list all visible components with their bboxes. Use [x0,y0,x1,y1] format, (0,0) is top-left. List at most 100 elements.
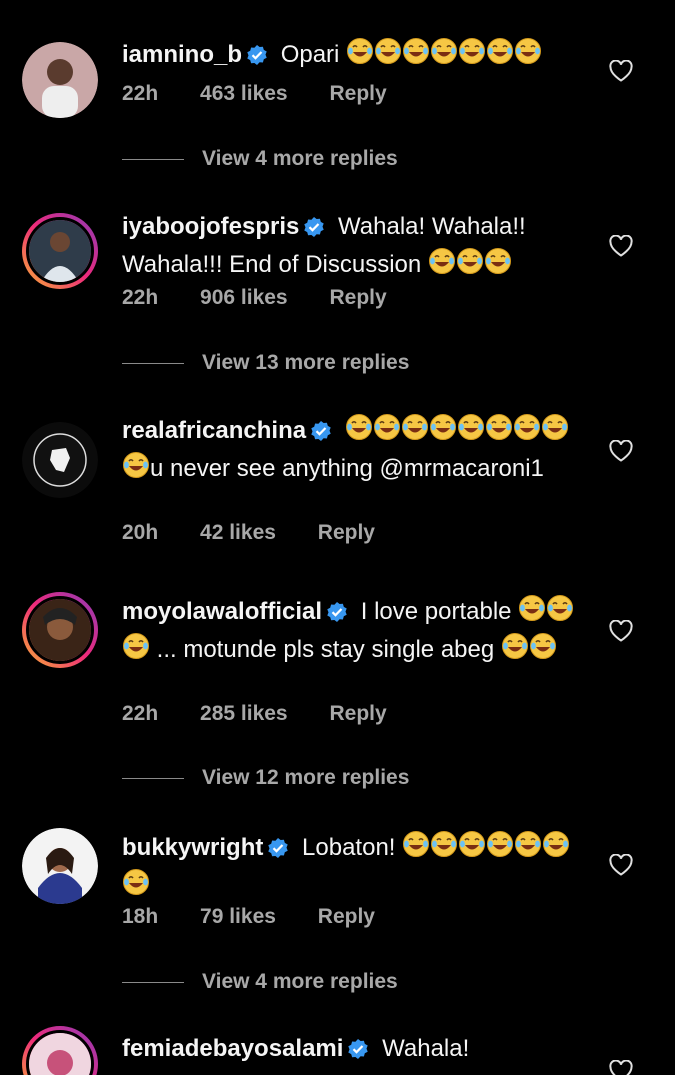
face-with-tears-of-joy-icon [345,413,373,450]
comment-meta: 18h 79 likes Reply [122,905,411,929]
view-replies-button[interactable]: View 13 more replies [122,351,409,375]
timestamp: 22h [122,286,159,309]
view-replies-label: View 12 more replies [202,766,410,789]
reply-button[interactable]: Reply [329,82,386,105]
heart-icon[interactable] [609,439,635,464]
avatar[interactable] [22,1026,98,1075]
verified-badge-icon [347,1036,369,1069]
comment-iyaboojofespris: iyaboojofespris Wahala! Wahala!! Wahala!… [0,190,675,390]
face-with-tears-of-joy-icon [402,37,430,74]
comment-text-after: u never see anything @mrmacaroni1 [150,455,544,482]
face-with-tears-of-joy-icon [518,594,546,631]
comment-body: femiadebayosalami Wahala! [122,1032,585,1069]
username[interactable]: realafricanchina [122,417,306,444]
heart-icon[interactable] [609,619,635,644]
face-with-tears-of-joy-icon [485,413,513,450]
comment-realafricanchina: realafricanchina u never see anything @m… [0,400,675,570]
comment-text: Opari [280,41,340,68]
timestamp: 22h [122,82,159,105]
view-replies-label: View 4 more replies [202,147,398,170]
timestamp: 20h [122,521,159,544]
view-replies-button[interactable]: View 4 more replies [122,970,398,994]
comment-text-after: ... motunde pls stay single abeg [156,636,495,663]
face-with-tears-of-joy-icon [430,37,458,74]
face-with-tears-of-joy-icon [122,632,150,669]
reply-button[interactable]: Reply [318,521,375,544]
likes-count[interactable]: 463 likes [200,82,288,105]
comment-femiadebayosalami: femiadebayosalami Wahala! [0,1022,675,1075]
face-with-tears-of-joy-icon [541,413,569,450]
heart-icon[interactable] [609,234,635,259]
comment-text: I love portable [360,598,512,625]
face-with-tears-of-joy-icon [401,413,429,450]
username[interactable]: iamnino_b [122,41,242,68]
comment-bukkywright: bukkywright Lobaton! 18h 79 likes Reply … [0,810,675,1010]
username[interactable]: iyaboojofespris [122,213,299,240]
face-with-tears-of-joy-icon [484,247,512,284]
comment-meta: 22h 285 likes Reply [122,702,423,726]
face-with-tears-of-joy-icon [122,868,150,905]
face-with-tears-of-joy-icon [458,37,486,74]
verified-badge-icon [310,418,332,451]
view-replies-label: View 13 more replies [202,351,410,374]
timestamp: 22h [122,702,159,725]
divider [122,777,184,779]
view-replies-label: View 4 more replies [202,970,398,993]
face-with-tears-of-joy-icon [429,413,457,450]
face-with-tears-of-joy-icon [346,37,374,74]
heart-icon[interactable] [609,1059,635,1075]
reply-button[interactable]: Reply [329,286,386,309]
comment-meta: 20h 42 likes Reply [122,521,411,545]
face-with-tears-of-joy-icon [430,830,458,867]
face-with-tears-of-joy-icon [513,413,541,450]
emoji-row [428,248,512,278]
likes-count[interactable]: 42 likes [200,521,276,544]
comment-text: Lobaton! [302,834,396,861]
view-replies-button[interactable]: View 4 more replies [122,147,398,171]
heart-icon[interactable] [609,853,635,878]
likes-count[interactable]: 79 likes [200,905,276,928]
verified-badge-icon [326,599,348,632]
emoji-row-after [501,633,557,663]
comment-meta: 22h 906 likes Reply [122,286,423,310]
face-with-tears-of-joy-icon [529,632,557,669]
face-with-tears-of-joy-icon [122,451,150,488]
verified-badge-icon [303,214,325,247]
comment-meta: 22h 463 likes Reply [122,82,423,106]
username[interactable]: femiadebayosalami [122,1035,343,1062]
comment-text: Wahala! [382,1035,470,1062]
username[interactable]: moyolawalofficial [122,598,322,625]
view-replies-button[interactable]: View 12 more replies [122,766,409,790]
face-with-tears-of-joy-icon [458,830,486,867]
reply-button[interactable]: Reply [329,702,386,725]
comment-body: bukkywright Lobaton! [122,830,585,905]
comment-body: iamnino_b Opari [122,37,585,75]
reply-button[interactable]: Reply [318,905,375,928]
face-with-tears-of-joy-icon [501,632,529,669]
face-with-tears-of-joy-icon [456,247,484,284]
username[interactable]: bukkywright [122,834,263,861]
face-with-tears-of-joy-icon [486,37,514,74]
divider [122,981,184,983]
avatar[interactable] [22,422,98,498]
avatar[interactable] [22,592,98,668]
avatar[interactable] [22,213,98,289]
verified-badge-icon [246,42,268,75]
heart-icon[interactable] [609,59,635,84]
timestamp: 18h [122,905,159,928]
likes-count[interactable]: 906 likes [200,286,288,309]
avatar[interactable] [22,42,98,118]
face-with-tears-of-joy-icon [373,413,401,450]
avatar[interactable] [22,828,98,904]
face-with-tears-of-joy-icon [514,830,542,867]
face-with-tears-of-joy-icon [514,37,542,74]
emoji-row [346,38,542,68]
comment-iamnino_b: iamnino_b Opari 22h 463 likes Reply View… [0,0,675,190]
verified-badge-icon [267,835,289,868]
comment-body: moyolawalofficial I love portable ... mo… [122,594,585,669]
face-with-tears-of-joy-icon [374,37,402,74]
likes-count[interactable]: 285 likes [200,702,288,725]
comment-body: iyaboojofespris Wahala! Wahala!! Wahala!… [122,210,585,284]
face-with-tears-of-joy-icon [428,247,456,284]
face-with-tears-of-joy-icon [542,830,570,867]
